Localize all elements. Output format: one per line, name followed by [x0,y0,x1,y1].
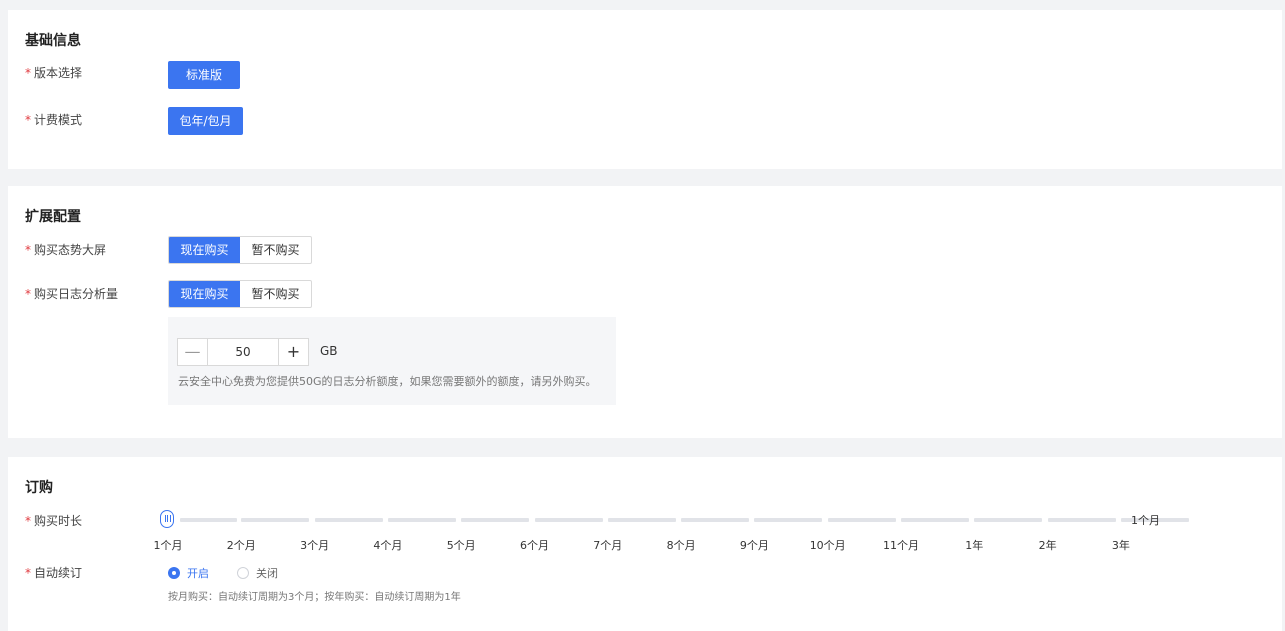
duration-slider-segment[interactable] [681,518,750,522]
version-label-text: 版本选择 [34,66,83,80]
duration-tick-label[interactable]: 11个月 [883,537,919,553]
screen-label-text: 购买态势大屏 [34,243,107,257]
auto-renew-off-label: 关闭 [256,567,278,580]
duration-slider-segment[interactable] [754,518,823,522]
duration-tick-label[interactable]: 5个月 [447,537,476,553]
log-amount-input[interactable]: 50 [207,339,279,365]
auto-renew-label-text: 自动续订 [34,566,83,580]
basic-info-section: 基础信息 * 版本选择 标准版 * 计费模式 包年/包月 [8,10,1282,169]
duration-slider-segment[interactable] [387,518,456,522]
log-amount-panel: — 50 + GB 云安全中心免费为您提供50G的日志分析额度，如果您需要额外的… [168,317,616,405]
duration-tick-label[interactable]: 9个月 [740,537,769,553]
version-label: * 版本选择 [25,66,82,80]
order-title: 订购 [25,480,53,496]
duration-slider-handle[interactable] [160,510,174,528]
duration-tick-label[interactable]: 3年 [1112,537,1130,553]
duration-slider-segment[interactable] [180,518,237,522]
duration-slider-segment[interactable] [461,518,530,522]
billing-mode-button[interactable]: 包年/包月 [168,107,243,135]
duration-slider-segment[interactable] [901,518,969,522]
radio-unchecked-icon [237,567,249,579]
extension-config-title: 扩展配置 [25,209,81,225]
screen-not-buy-option[interactable]: 暂不购买 [240,237,311,263]
extension-config-section: 扩展配置 * 购买态势大屏 现在购买 暂不购买 * 购买日志分析量 现在购买 暂不购… [8,186,1282,438]
log-label: * 购买日志分析量 [25,287,118,301]
auto-renew-off-radio[interactable]: 关闭 [237,565,278,581]
duration-tick-label[interactable]: 3个月 [300,537,329,553]
duration-value: 1个月 [1131,514,1160,527]
decrement-button[interactable]: — [178,339,207,365]
auto-renew-on-label: 开启 [187,567,209,580]
screen-label: * 购买态势大屏 [25,243,106,257]
screen-purchase-toggle: 现在购买 暂不购买 [168,236,312,264]
duration-label: * 购买时长 [25,514,82,528]
basic-info-title: 基础信息 [25,33,81,49]
required-mark: * [25,113,31,127]
duration-tick-label[interactable]: 2个月 [227,537,256,553]
duration-tick-label[interactable]: 8个月 [667,537,696,553]
log-label-text: 购买日志分析量 [34,287,119,301]
auto-renew-label: * 自动续订 [25,566,82,580]
duration-tick-label[interactable]: 4个月 [373,537,402,553]
increment-button[interactable]: + [279,339,308,365]
duration-slider-segment[interactable] [827,518,896,522]
log-purchase-toggle: 现在购买 暂不购买 [168,280,312,308]
duration-slider-segment[interactable] [607,518,676,522]
screen-buy-now-option[interactable]: 现在购买 [169,237,240,263]
order-section: 订购 * 购买时长 1个月 * 自动续订 开启 关闭 按月购买：自动续订周期为3个月… [8,457,1282,631]
log-free-quota-hint: 云安全中心免费为您提供50G的日志分析额度，如果您需要额外的额度，请另外购买。 [178,375,597,388]
duration-slider-segment[interactable] [241,518,310,522]
version-standard-button[interactable]: 标准版 [168,61,240,89]
auto-renew-on-radio[interactable]: 开启 [168,565,209,581]
required-mark: * [25,243,31,257]
radio-checked-icon [168,567,180,579]
required-mark: * [25,566,31,580]
duration-slider-segment[interactable] [974,518,1043,522]
duration-tick-label[interactable]: 6个月 [520,537,549,553]
duration-tick-label[interactable]: 2年 [1039,537,1057,553]
duration-tick-label[interactable]: 7个月 [593,537,622,553]
log-amount-unit: GB [320,344,338,358]
log-amount-stepper: — 50 + [177,338,309,366]
duration-tick-label[interactable]: 10个月 [810,537,846,553]
duration-tick-label[interactable]: 1年 [965,537,983,553]
duration-slider-segment[interactable] [314,518,383,522]
required-mark: * [25,66,31,80]
required-mark: * [25,287,31,301]
duration-label-text: 购买时长 [34,514,83,528]
auto-renew-note: 按月购买：自动续订周期为3个月；按年购买：自动续订周期为1年 [168,592,461,603]
log-buy-now-option[interactable]: 现在购买 [169,281,240,307]
billing-label: * 计费模式 [25,113,82,127]
handle-grip-icon [165,515,171,522]
billing-label-text: 计费模式 [34,113,83,127]
duration-slider-segment[interactable] [1047,518,1116,522]
duration-slider-segment[interactable] [534,518,603,522]
log-not-buy-option[interactable]: 暂不购买 [240,281,311,307]
duration-tick-label[interactable]: 1个月 [154,537,183,553]
required-mark: * [25,514,31,528]
duration-slider-track[interactable] [168,518,1189,522]
